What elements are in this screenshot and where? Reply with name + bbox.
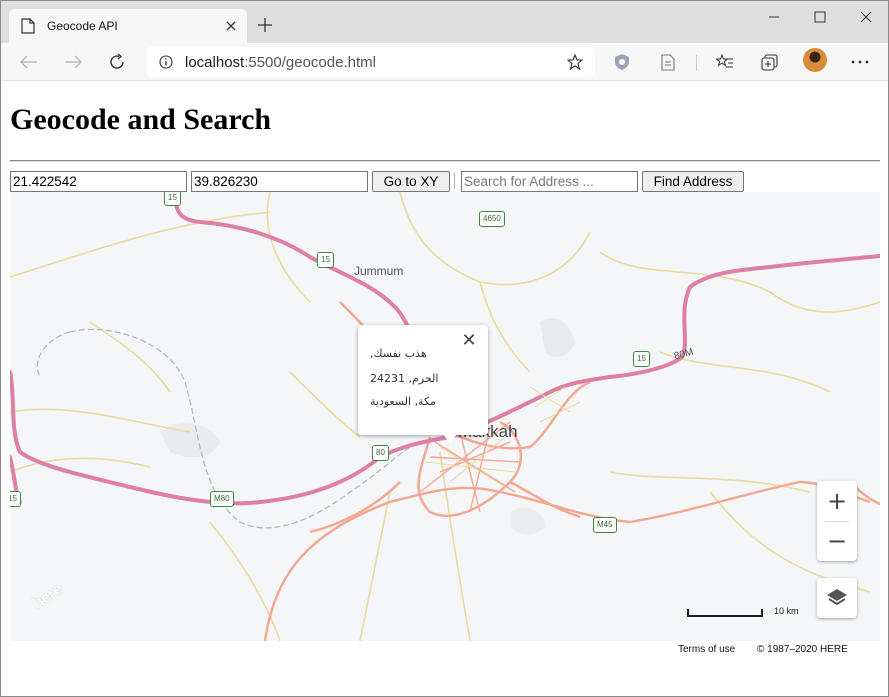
- popup-line-2: الحرم, 24231: [370, 372, 439, 385]
- zoom-control: + −: [817, 481, 857, 561]
- popup-line-1: هذب نفسك,: [370, 347, 427, 360]
- road-shield: 15: [10, 491, 21, 507]
- avatar[interactable]: [803, 48, 827, 72]
- page-content: Geocode and Search Go to XY Find Address: [1, 82, 888, 696]
- address-bar[interactable]: localhost:5500/geocode.html: [147, 47, 595, 77]
- maximize-icon[interactable]: [797, 1, 843, 33]
- longitude-input[interactable]: [191, 171, 368, 192]
- road-shield: 4650: [479, 211, 505, 227]
- url-host: localhost: [185, 53, 245, 71]
- tab-geocode[interactable]: Geocode API: [9, 9, 247, 43]
- controls-separator: [454, 173, 455, 189]
- road-shield: M80: [210, 491, 234, 507]
- copyright-text: © 1987–2020 HERE: [757, 644, 848, 655]
- find-address-button[interactable]: Find Address: [642, 171, 744, 192]
- reading-icon[interactable]: [652, 46, 684, 78]
- zoom-out-button[interactable]: −: [817, 521, 857, 561]
- star-icon[interactable]: [567, 54, 583, 70]
- favorites-icon[interactable]: [709, 46, 741, 78]
- road-shield: 15: [633, 351, 650, 367]
- map-attribution: Terms of use © 1987–2020 HERE: [654, 642, 880, 660]
- refresh-icon[interactable]: [101, 46, 133, 78]
- collections-icon[interactable]: [753, 46, 785, 78]
- road-shield: M45: [593, 517, 617, 533]
- back-icon[interactable]: [13, 46, 45, 78]
- browser-window: Geocode API localhost:5500/geocode.html …: [0, 0, 889, 697]
- minimize-icon[interactable]: [751, 1, 797, 33]
- url-text: localhost:5500/geocode.html: [185, 54, 376, 71]
- info-icon[interactable]: [159, 55, 173, 69]
- more-icon[interactable]: [844, 46, 876, 78]
- road-shield: 15: [164, 192, 181, 206]
- plus-icon[interactable]: [253, 13, 277, 37]
- layers-button[interactable]: [817, 578, 857, 618]
- page-title: Geocode and Search: [10, 103, 272, 136]
- close-icon[interactable]: [217, 12, 245, 40]
- shield-extension-icon[interactable]: [606, 46, 638, 78]
- address-search-input[interactable]: [461, 171, 638, 192]
- info-bubble: هذب نفسك, الحرم, 24231 مكة, السعودية ✕: [358, 325, 488, 443]
- page-icon: [21, 18, 35, 34]
- go-to-xy-button[interactable]: Go to XY: [372, 171, 450, 192]
- town-label: Jummum: [354, 264, 404, 278]
- url-path: :5500/geocode.html: [244, 53, 376, 71]
- zoom-in-button[interactable]: +: [817, 481, 857, 521]
- map-view[interactable]: Jummum Makkah 80M 15 4650 15 15 80 M45 M…: [10, 192, 880, 641]
- scale-bar: [687, 609, 763, 617]
- scale-label: 10 km: [774, 606, 799, 616]
- layers-icon: [827, 589, 847, 606]
- terms-link[interactable]: Terms of use: [678, 644, 735, 655]
- toolbar-divider: [696, 55, 697, 71]
- close-icon[interactable]: ✕: [460, 330, 478, 351]
- tab-title: Geocode API: [47, 19, 118, 33]
- popup-line-3: مكة, السعودية: [370, 395, 436, 408]
- window-close-icon[interactable]: [843, 1, 889, 33]
- road-shield: 15: [317, 252, 334, 268]
- divider: [10, 160, 880, 162]
- tab-strip: Geocode API: [1, 1, 888, 43]
- latitude-input[interactable]: [10, 171, 187, 192]
- forward-icon[interactable]: [57, 46, 89, 78]
- browser-toolbar: localhost:5500/geocode.html: [1, 43, 888, 81]
- road-shield: 80: [372, 445, 389, 461]
